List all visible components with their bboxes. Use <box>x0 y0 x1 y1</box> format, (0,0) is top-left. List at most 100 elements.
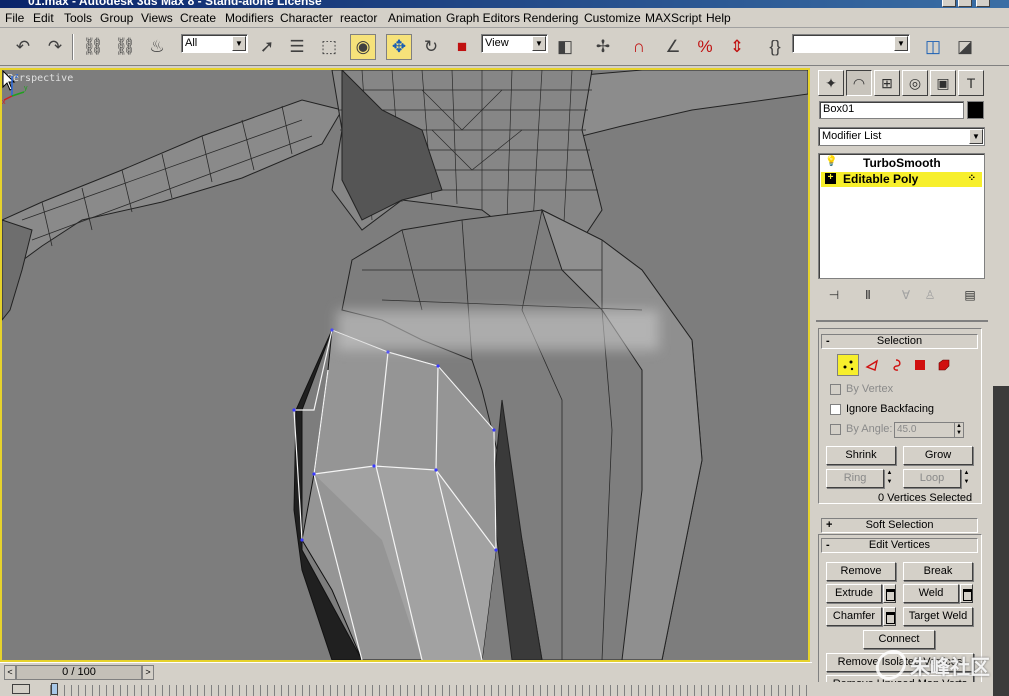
angle-snap-icon[interactable]: ∠ <box>660 34 686 60</box>
menu-group[interactable]: Group <box>100 11 133 25</box>
break-button[interactable]: Break <box>903 562 973 581</box>
menu-reactor[interactable]: reactor <box>340 11 377 25</box>
weld-button[interactable]: Weld <box>903 584 959 603</box>
selection-filter-dropdown[interactable]: All ▼ <box>181 34 248 53</box>
perspective-viewport[interactable]: Perspective z x y <box>0 68 810 662</box>
grow-button[interactable]: Grow <box>903 446 973 465</box>
rollout-panel: - Selection By Vertex Ignore Backfacing … <box>816 320 988 696</box>
rotate-icon[interactable]: ↻ <box>418 34 444 60</box>
polygon-level-button[interactable] <box>909 354 931 376</box>
hierarchy-tab-icon[interactable]: ⊞ <box>874 70 900 96</box>
create-tab-icon[interactable]: ✦ <box>818 70 844 96</box>
remove-button[interactable]: Remove <box>826 562 896 581</box>
current-frame-marker[interactable] <box>51 683 58 695</box>
named-selection-dropdown[interactable]: ▼ <box>792 34 910 53</box>
key-filter-icon[interactable] <box>12 684 30 694</box>
pivot-center-icon[interactable]: ◧ <box>552 34 578 60</box>
loop-spinner-icon[interactable]: ▲ ▼ <box>961 469 972 488</box>
element-level-button[interactable] <box>933 354 955 376</box>
by-angle-checkbox[interactable]: By Angle: 45.0 ▲ ▼ <box>830 422 1000 438</box>
spinner-snap-icon[interactable]: ⇕ <box>724 34 750 60</box>
object-name-field[interactable]: Box01 <box>819 101 964 119</box>
time-next-button[interactable]: > <box>142 665 154 680</box>
polygon-icon <box>915 360 925 370</box>
by-angle-spinner[interactable]: 45.0 ▲ ▼ <box>894 422 964 438</box>
close-button[interactable] <box>976 0 990 7</box>
vertex-level-button[interactable] <box>837 354 859 376</box>
bind-space-warp-icon[interactable]: ♨ <box>144 34 170 60</box>
weld-settings-icon[interactable] <box>960 584 973 603</box>
maximize-button[interactable] <box>958 0 972 7</box>
menu-animation[interactable]: Animation <box>388 11 441 25</box>
configure-sets-icon[interactable]: ▤ <box>960 286 980 304</box>
edit-vertices-rollout-header[interactable]: - Edit Vertices <box>821 538 978 553</box>
extrude-button[interactable]: Extrude <box>826 584 882 603</box>
menu-tools[interactable]: Tools <box>64 11 92 25</box>
scrollbar-thumb[interactable] <box>993 386 1009 696</box>
toolbar-separator <box>72 34 74 60</box>
stack-item-turbosmooth[interactable]: 💡 TurboSmooth <box>821 156 982 171</box>
rectangular-region-icon[interactable]: ⬚ <box>316 34 342 60</box>
connect-button[interactable]: Connect <box>863 630 935 649</box>
pin-stack-icon[interactable]: ⊣ <box>824 286 844 304</box>
motion-tab-icon[interactable]: ◎ <box>902 70 928 96</box>
scale-icon[interactable]: ■ <box>449 34 475 60</box>
chamfer-button[interactable]: Chamfer <box>826 607 882 626</box>
menu-character[interactable]: Character <box>280 11 333 25</box>
move-icon[interactable]: ✥ <box>386 34 412 60</box>
selection-rollout-header[interactable]: - Selection <box>821 334 978 349</box>
window-crossing-icon[interactable]: ◉ <box>350 34 376 60</box>
redo-icon[interactable]: ↷ <box>42 34 68 60</box>
select-by-name-icon[interactable]: ☰ <box>284 34 310 60</box>
menu-maxscript[interactable]: MAXScript <box>645 11 702 25</box>
menu-views[interactable]: Views <box>141 11 173 25</box>
remove-modifier-icon[interactable]: ♙ <box>920 286 940 304</box>
show-end-result-icon[interactable]: Ⅱ <box>858 286 878 304</box>
percent-snap-icon[interactable]: % <box>692 34 718 60</box>
snap-3d-icon[interactable]: ∩ <box>626 34 652 60</box>
target-weld-button[interactable]: Target Weld <box>903 607 973 626</box>
site-watermark: 朱峰社区 <box>873 650 990 680</box>
undo-icon[interactable]: ↶ <box>10 34 36 60</box>
soft-selection-rollout-header[interactable]: + Soft Selection <box>821 518 978 533</box>
track-bar[interactable] <box>0 682 993 696</box>
display-tab-icon[interactable]: ▣ <box>930 70 956 96</box>
unlink-icon[interactable]: ⛓ <box>112 34 138 60</box>
align-icon[interactable]: ◪ <box>952 34 978 60</box>
spinner-arrows-icon[interactable]: ▲ ▼ <box>954 423 963 437</box>
command-panel-scrollbar[interactable] <box>993 66 1009 696</box>
stack-item-editable-poly[interactable]: + Editable Poly ⁘ <box>821 172 982 187</box>
menu-create[interactable]: Create <box>180 11 216 25</box>
manipulate-icon[interactable]: ✢ <box>590 34 616 60</box>
edit-named-selections-icon[interactable]: {} <box>762 34 788 60</box>
menu-graph-editors[interactable]: Graph Editors <box>446 11 520 25</box>
shrink-button[interactable]: Shrink <box>826 446 896 465</box>
select-object-icon[interactable]: ➚ <box>254 34 280 60</box>
mirror-icon[interactable]: ◫ <box>920 34 946 60</box>
chamfer-settings-icon[interactable] <box>883 607 896 626</box>
lightbulb-icon[interactable]: 💡 <box>825 157 837 168</box>
minimize-button[interactable] <box>942 0 956 7</box>
select-link-icon[interactable]: ⛓ <box>80 34 106 60</box>
menu-modifiers[interactable]: Modifiers <box>225 11 274 25</box>
menu-customize[interactable]: Customize <box>584 11 641 25</box>
border-level-button[interactable] <box>885 354 907 376</box>
expand-plus-icon[interactable]: + <box>825 173 836 184</box>
time-prev-button[interactable]: < <box>4 665 16 680</box>
object-color-swatch[interactable] <box>967 101 984 119</box>
menu-edit[interactable]: Edit <box>33 11 54 25</box>
menu-file[interactable]: File <box>5 11 24 25</box>
reference-coord-dropdown[interactable]: View ▼ <box>481 34 548 53</box>
make-unique-icon[interactable]: ∀ <box>896 286 916 304</box>
menu-rendering[interactable]: Rendering <box>523 11 578 25</box>
modify-tab-icon[interactable]: ◠ <box>846 70 872 96</box>
ring-button[interactable]: Ring <box>826 469 884 488</box>
edge-level-button[interactable] <box>861 354 883 376</box>
extrude-settings-icon[interactable] <box>883 584 896 603</box>
menu-help[interactable]: Help <box>706 11 731 25</box>
time-slider[interactable]: 0 / 100 <box>16 665 142 680</box>
utilities-tab-icon[interactable]: T <box>958 70 984 96</box>
modifier-list-dropdown[interactable]: Modifier List ▼ <box>818 127 985 146</box>
loop-button[interactable]: Loop <box>903 469 961 488</box>
ring-spinner-icon[interactable]: ▲ ▼ <box>884 469 895 488</box>
